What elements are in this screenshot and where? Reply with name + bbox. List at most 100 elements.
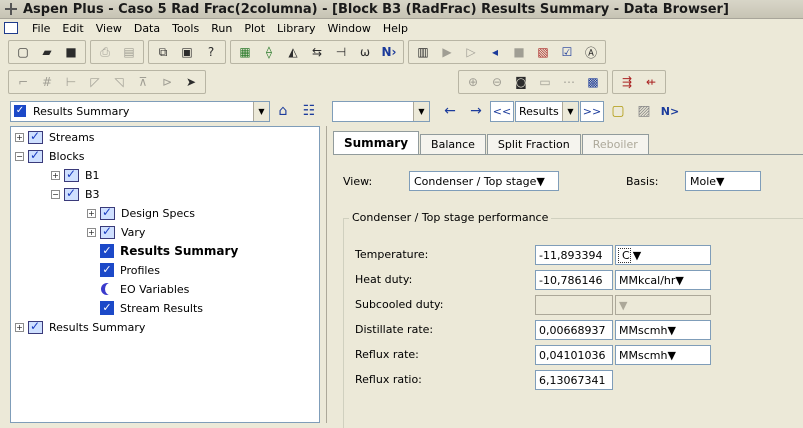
global-data-icon[interactable]: ▩ xyxy=(582,72,604,92)
window-icon[interactable]: ▭ xyxy=(534,72,556,92)
unit-select[interactable]: MMkcal/hr ▼ xyxy=(615,270,711,290)
basis-select[interactable]: Mole ▼ xyxy=(685,171,761,191)
reinitialize-icon[interactable]: ◂ xyxy=(484,42,506,62)
hide-streams-icon[interactable]: ⇷ xyxy=(640,72,662,92)
save-icon[interactable]: ■ xyxy=(60,42,82,62)
results-summary-icon[interactable]: ☑ xyxy=(556,42,578,62)
chevron-down-icon[interactable]: ▼ xyxy=(633,249,641,262)
collapse-icon[interactable]: − xyxy=(51,189,60,199)
flowsheet-section-icon[interactable]: ⌐ xyxy=(12,72,34,92)
tree-toggle-icon[interactable]: ☷ xyxy=(297,101,321,122)
unit-select[interactable]: MMscmh ▼ xyxy=(615,345,711,365)
tree-item[interactable]: ✓ Results Summary xyxy=(87,242,238,260)
menu-edit[interactable]: Edit xyxy=(56,22,89,35)
rotate-icon[interactable]: ◸ xyxy=(84,72,106,92)
menu-view[interactable]: View xyxy=(90,22,128,35)
menu-data[interactable]: Data xyxy=(128,22,166,35)
tree-item[interactable]: − Blocks xyxy=(15,147,84,165)
chevron-down-icon[interactable]: ▼ xyxy=(562,101,578,121)
form-selector-combo[interactable]: ✓ Results Summary ▼ xyxy=(10,100,270,122)
next-icon[interactable]: N› xyxy=(378,42,400,62)
menu-tools[interactable]: Tools xyxy=(166,22,205,35)
setup-icon[interactable]: ▦ xyxy=(234,42,256,62)
streams-icon[interactable]: ⇆ xyxy=(306,42,328,62)
tree-item[interactable]: + Design Specs xyxy=(87,204,195,222)
paste-icon[interactable]: ▣ xyxy=(176,42,198,62)
notes-icon[interactable]: ▢ xyxy=(606,101,630,122)
model-analysis-icon[interactable]: ⍵ xyxy=(354,42,376,62)
annotation-icon[interactable]: ⋯ xyxy=(558,72,580,92)
expand-icon[interactable]: + xyxy=(15,322,24,332)
view-select[interactable]: Condenser / Top stage ▼ xyxy=(409,171,559,191)
components-icon[interactable]: ⟠ xyxy=(258,42,280,62)
new-file-icon[interactable]: ▢ xyxy=(12,42,34,62)
tree-item[interactable]: + B1 xyxy=(51,166,100,184)
tree-item[interactable]: EO Variables xyxy=(87,280,189,298)
exchange-icon[interactable]: ⊼ xyxy=(132,72,154,92)
back-arrow-icon[interactable]: ← xyxy=(438,101,462,122)
menu-help[interactable]: Help xyxy=(377,22,414,35)
expand-icon[interactable]: + xyxy=(15,132,24,142)
collapse-icon[interactable]: − xyxy=(15,151,24,161)
menu-library[interactable]: Library xyxy=(271,22,321,35)
tree-item[interactable]: + Vary xyxy=(87,223,145,241)
menu-plot[interactable]: Plot xyxy=(238,22,271,35)
tree-item[interactable]: + Streams xyxy=(15,128,95,146)
align-icon[interactable]: ⊢ xyxy=(60,72,82,92)
tree-item[interactable]: + Results Summary xyxy=(15,318,145,336)
chevron-down-icon[interactable]: ▼ xyxy=(667,349,675,362)
stream-table-icon[interactable]: Ⓐ xyxy=(580,42,602,62)
chevron-down-icon[interactable]: ▼ xyxy=(675,274,683,287)
chevron-down-icon[interactable]: ▼ xyxy=(536,175,544,188)
chevron-down-icon[interactable]: ▼ xyxy=(667,324,675,337)
object-combo[interactable]: ▼ xyxy=(332,100,430,122)
status-icon[interactable]: ▨ xyxy=(632,101,656,122)
reconnect-icon[interactable]: ⊳ xyxy=(156,72,178,92)
properties-icon[interactable]: ◭ xyxy=(282,42,304,62)
tab-balance[interactable]: Balance xyxy=(420,134,486,154)
menu-file[interactable]: File xyxy=(26,22,56,35)
next-input-icon[interactable]: N> xyxy=(658,101,682,122)
open-folder-icon[interactable]: ▰ xyxy=(36,42,58,62)
tree-item[interactable]: − B3 xyxy=(51,185,100,203)
print-preview-icon[interactable]: ▤ xyxy=(118,42,140,62)
unit-select[interactable]: C ▼ xyxy=(615,245,711,265)
zoom-in-icon[interactable]: ⊕ xyxy=(462,72,484,92)
chevron-down-icon[interactable]: ▼ xyxy=(253,101,269,121)
step-icon[interactable]: ▷ xyxy=(460,42,482,62)
show-streams-icon[interactable]: ⇶ xyxy=(616,72,638,92)
control-panel-icon[interactable]: ▥ xyxy=(412,42,434,62)
unit-select[interactable]: MMscmh ▼ xyxy=(615,320,711,340)
next-form-button[interactable]: >> xyxy=(580,100,604,122)
grid-icon[interactable]: # xyxy=(36,72,58,92)
run-icon[interactable]: ▶ xyxy=(436,42,458,62)
flip-icon[interactable]: ◹ xyxy=(108,72,130,92)
expand-icon[interactable]: + xyxy=(87,227,96,237)
zoom-out-icon[interactable]: ⊖ xyxy=(486,72,508,92)
help-pointer-icon[interactable]: ? xyxy=(200,42,222,62)
tree-item[interactable]: ✓ Profiles xyxy=(87,261,160,279)
aspen-app-icon[interactable] xyxy=(5,3,17,15)
tab-split-fraction[interactable]: Split Fraction xyxy=(486,134,581,154)
chevron-down-icon[interactable]: ▼ xyxy=(413,101,429,121)
tree-item[interactable]: ✓ Stream Results xyxy=(87,299,203,317)
expand-icon[interactable]: + xyxy=(51,170,60,180)
expand-icon[interactable]: + xyxy=(87,208,96,218)
tab-summary[interactable]: Summary xyxy=(333,131,420,154)
print-icon[interactable]: ⎙ xyxy=(94,42,116,62)
select-pointer-icon[interactable]: ➤ xyxy=(180,72,202,92)
forward-arrow-icon[interactable]: → xyxy=(464,101,488,122)
chevron-down-icon[interactable]: ▼ xyxy=(716,175,724,188)
check-results-icon[interactable]: ▧ xyxy=(532,42,554,62)
zoom-full-icon[interactable]: ◙ xyxy=(510,72,532,92)
results-combo[interactable]: Results ▼ xyxy=(515,100,579,122)
menu-run[interactable]: Run xyxy=(205,22,238,35)
document-icon[interactable] xyxy=(4,22,18,34)
blocks-icon[interactable]: ⊣ xyxy=(330,42,352,62)
copy-icon[interactable]: ⧉ xyxy=(152,42,174,62)
menu-window[interactable]: Window xyxy=(322,22,377,35)
previous-form-button[interactable]: << xyxy=(490,100,514,122)
view-toolbar-group: ⊕ ⊖ ◙ ▭ ⋯ ▩ xyxy=(458,70,608,94)
up-folder-icon[interactable]: ⌂ xyxy=(271,101,295,122)
stop-icon[interactable]: ■ xyxy=(508,42,530,62)
